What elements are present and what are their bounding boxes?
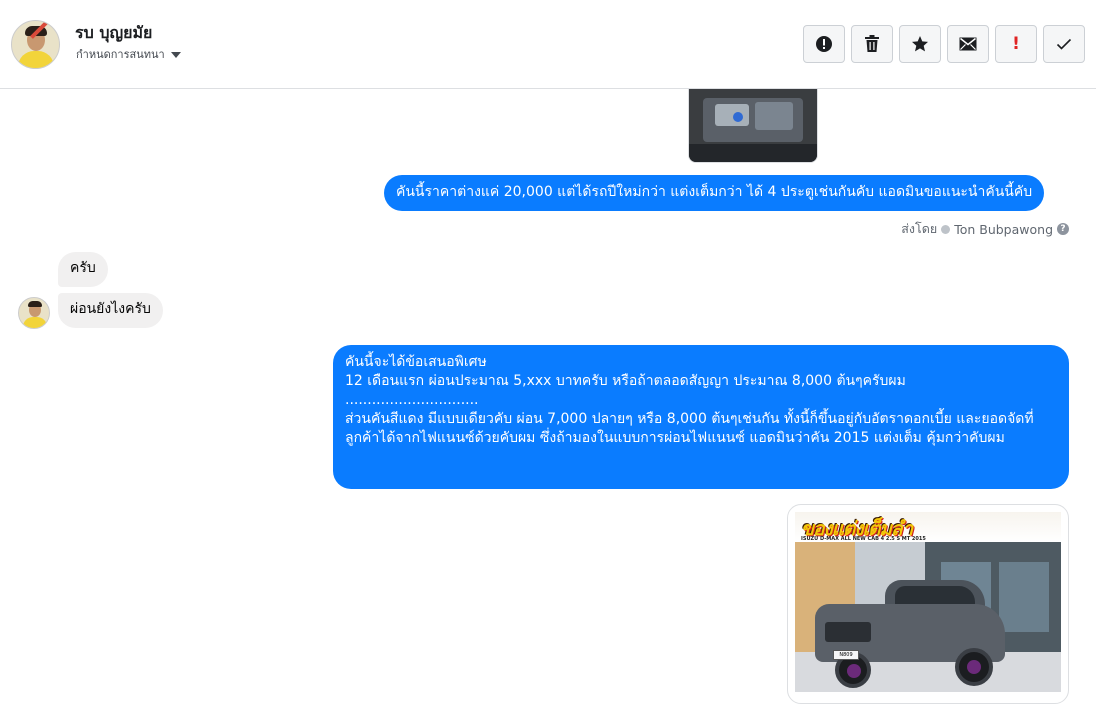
photo-shape xyxy=(689,144,817,162)
incoming-message[interactable]: ผ่อนยังไงครับ xyxy=(58,293,163,328)
engine-photo-attachment[interactable] xyxy=(688,89,818,163)
car-banner-subtitle: ISUZU D-MAX ALL NEW CAB 4 2.5 S MT 2015 xyxy=(801,536,926,542)
photo-shape xyxy=(999,562,1049,632)
sent-by-name[interactable]: Ton Bubpawong xyxy=(954,222,1053,237)
help-icon[interactable]: ? xyxy=(1057,223,1069,235)
mark-unread-button[interactable] xyxy=(947,25,989,63)
mail-icon xyxy=(959,37,977,51)
trash-icon xyxy=(865,35,879,52)
photo-shape xyxy=(715,104,749,126)
assign-label: กำหนดการสนทนา xyxy=(76,48,165,61)
car-banner: ของแต่งเต็มลำ ISUZU D-MAX ALL NEW CAB 4 … xyxy=(795,512,1061,542)
assign-conversation-dropdown[interactable]: กำหนดการสนทนา xyxy=(76,45,181,63)
avatar-shirt xyxy=(23,317,47,328)
important-button[interactable]: ! xyxy=(995,25,1037,63)
photo-shape xyxy=(755,102,793,130)
sent-by-label: ส่งโดย xyxy=(901,221,938,236)
report-icon xyxy=(816,36,832,52)
photo-shape xyxy=(825,622,871,642)
star-icon xyxy=(912,36,928,52)
caret-down-icon xyxy=(170,51,181,58)
delete-button[interactable] xyxy=(851,25,893,63)
contact-avatar-small[interactable] xyxy=(18,297,50,329)
report-button[interactable] xyxy=(803,25,845,63)
conversation-header: รบ บุญยมัย กำหนดการสนทนา ! xyxy=(0,0,1096,89)
important-icon: ! xyxy=(1012,34,1020,54)
photo-shape xyxy=(733,112,743,122)
photo-shape xyxy=(847,664,861,678)
message-line: ส่วนคันสีแดง มีแบบเดียวคับ ผ่อน 7,000 ปล… xyxy=(345,411,1034,446)
outgoing-message[interactable]: คันนี้ราคาต่างแค่ 20,000 แต่ได้รถปีใหม่ก… xyxy=(384,175,1045,211)
message-line: .............................. xyxy=(345,392,479,408)
message-line: 12 เดือนแรก ผ่อนประมาณ 5,xxx บาทครับ หรื… xyxy=(345,373,906,389)
car-plate: N809 xyxy=(833,650,859,660)
contact-avatar[interactable] xyxy=(11,20,60,69)
message-line: คันนี้จะได้ข้อเสนอพิเศษ xyxy=(345,354,487,370)
sent-by-info: ส่งโดย Ton Bubpawong ? xyxy=(901,219,1069,239)
done-button[interactable] xyxy=(1043,25,1085,63)
avatar-hair xyxy=(28,301,42,307)
car-photo: N809 ของแต่งเต็มลำ ISUZU D-MAX ALL NEW C… xyxy=(795,512,1061,692)
verified-dot-icon xyxy=(941,224,951,234)
photo-shape xyxy=(955,648,993,686)
incoming-message[interactable]: ครับ xyxy=(58,252,108,287)
message-thread[interactable]: คันนี้ราคาต่างแค่ 20,000 แต่ได้รถปีใหม่ก… xyxy=(0,89,1096,704)
car-photo-attachment[interactable]: N809 ของแต่งเต็มลำ ISUZU D-MAX ALL NEW C… xyxy=(787,504,1069,704)
toolbar-actions: ! xyxy=(803,25,1085,63)
avatar-shirt xyxy=(18,51,54,68)
check-icon xyxy=(1056,38,1072,50)
contact-name[interactable]: รบ บุญยมัย xyxy=(75,21,152,46)
star-button[interactable] xyxy=(899,25,941,63)
photo-shape xyxy=(967,660,981,674)
outgoing-message-long[interactable]: คันนี้จะได้ข้อเสนอพิเศษ 12 เดือนแรก ผ่อน… xyxy=(333,345,1069,489)
